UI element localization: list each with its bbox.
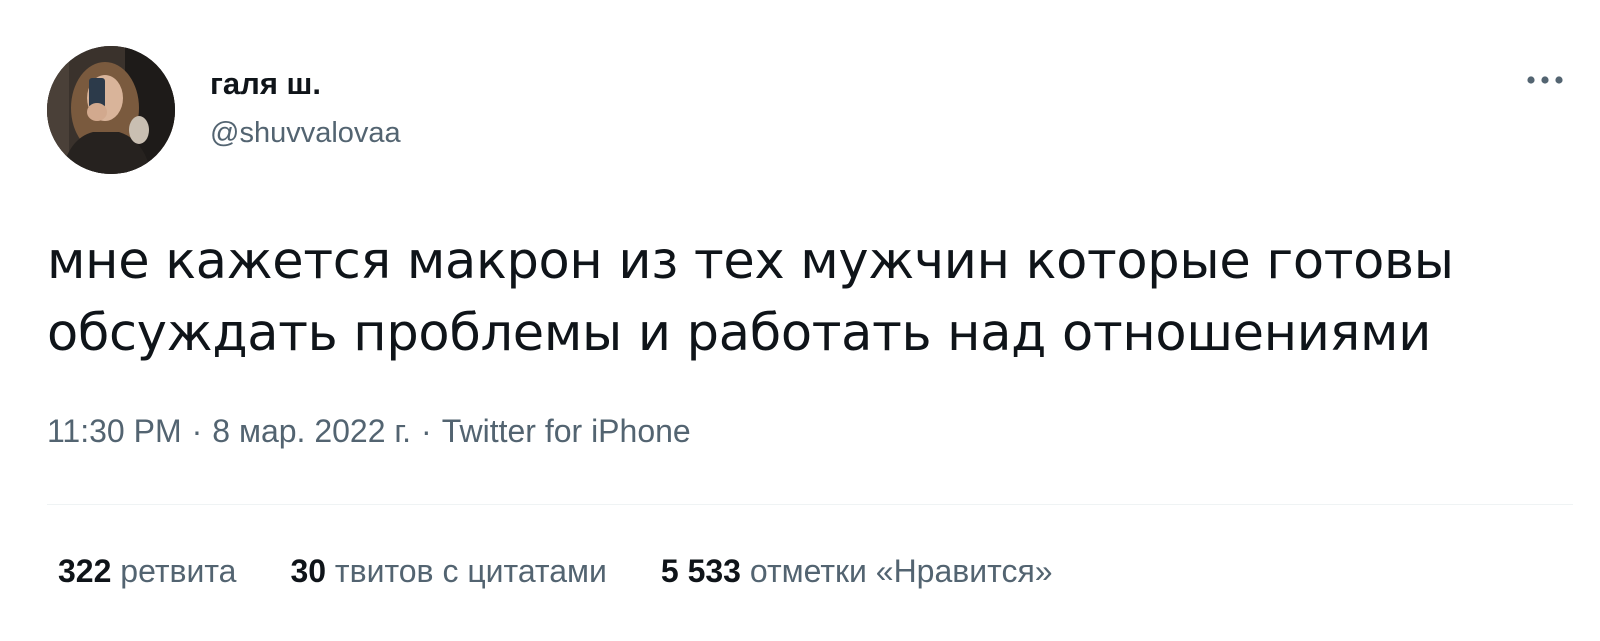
likes-stat[interactable]: 5 533 отметки «Нравится»: [661, 553, 1053, 590]
avatar-image: [47, 46, 175, 174]
likes-label: отметки «Нравится»: [749, 553, 1053, 589]
tweet-card: галя ш. @shuvvalovaa мне кажется макрон …: [0, 0, 1600, 641]
tweet-time[interactable]: 11:30 PM: [47, 413, 182, 449]
more-options-button[interactable]: [1521, 62, 1569, 98]
tweet-text: мне кажется макрон из тех мужчин которые…: [47, 232, 1454, 363]
retweets-count: 322: [58, 553, 112, 589]
likes-count: 5 533: [660, 553, 741, 589]
meta-separator: ·: [191, 413, 203, 449]
quotes-label: твитов с цитатами: [334, 553, 607, 589]
more-horizontal-icon: [1527, 76, 1563, 84]
author-handle[interactable]: @shuvvalovaa: [210, 117, 401, 150]
tweet-meta: 11:30 PM · 8 мар. 2022 г. · Twitter for iPho…: [47, 413, 691, 450]
tweet-source[interactable]: Twitter for iPhone: [442, 413, 691, 449]
author-display-name[interactable]: галя ш.: [210, 66, 321, 102]
tweet-stats: 322 ретвита 30 твитов с цитатами 5 533 о…: [58, 553, 1053, 590]
retweets-label: ретвита: [120, 553, 237, 589]
quotes-count: 30: [290, 553, 327, 589]
meta-separator: ·: [421, 413, 432, 449]
divider: [47, 504, 1573, 505]
retweets-stat[interactable]: 322 ретвита: [58, 553, 236, 590]
tweet-date[interactable]: 8 мар. 2022 г.: [212, 413, 411, 449]
quotes-stat[interactable]: 30 твитов с цитатами: [290, 553, 606, 590]
avatar[interactable]: [47, 46, 175, 174]
